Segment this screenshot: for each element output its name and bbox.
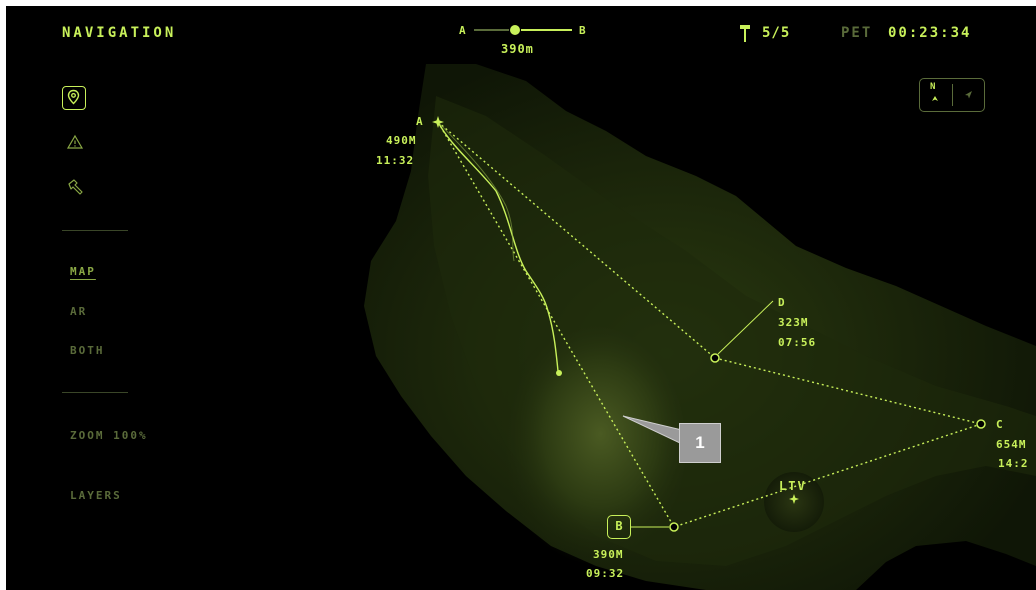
pet-time: 00:23:34 (888, 25, 972, 41)
compass-divider (952, 84, 953, 106)
annotation-callout: 1 (679, 423, 721, 463)
waypoint-a-time: 11:32 (376, 154, 415, 167)
zoom-control[interactable]: ZOOM 100% (70, 429, 148, 442)
waypoint-d-node[interactable] (710, 353, 720, 363)
route-distance: 390m (501, 42, 534, 56)
heading-arrow-icon[interactable] (962, 89, 974, 101)
ltv-label: LTV (779, 479, 807, 493)
waypoint-flag-icon-pole (744, 25, 746, 42)
waypoint-b-distance: 390M (593, 548, 624, 561)
crater (496, 326, 686, 566)
waypoint-b-node[interactable] (669, 522, 679, 532)
route-end-label: B (579, 24, 587, 37)
mode-map-tab[interactable]: MAP (70, 265, 96, 278)
waypoint-d-name: D (778, 296, 786, 309)
waypoint-d-time: 07:56 (778, 336, 817, 349)
north-up-label[interactable]: N (930, 82, 935, 92)
north-arrow-icon (932, 96, 938, 101)
page-title: NAVIGATION (62, 25, 177, 41)
waypoint-a-distance: 490M (386, 134, 417, 147)
mode-ar-tab[interactable]: AR (70, 305, 87, 318)
route-start-label: A (459, 24, 467, 37)
waypoint-b-time: 09:32 (586, 567, 625, 580)
hazard-tool-button[interactable] (66, 134, 84, 154)
navigation-screen: NAVIGATION A B 390m 5/5 PET 00:23:34 MAP… (6, 6, 1036, 590)
waypoint-c-node[interactable] (976, 419, 986, 429)
terrain-map[interactable] (6, 6, 1036, 590)
map-pin-icon (67, 89, 80, 105)
sample-tool-button[interactable] (66, 178, 84, 200)
current-position-dot (556, 370, 562, 376)
hammer-icon (68, 179, 83, 195)
pet-label: PET (841, 25, 873, 41)
waypoint-d-distance: 323M (778, 316, 809, 329)
waypoint-b-marker[interactable]: B (607, 515, 631, 539)
waypoint-c-time: 14:2 (998, 457, 1029, 470)
waypoint-count: 5/5 (762, 25, 791, 41)
waypoint-a-name: A (416, 115, 424, 128)
warning-icon (66, 134, 84, 149)
route-slider-knob[interactable] (510, 25, 520, 35)
waypoint-c-distance: 654M (996, 438, 1027, 451)
sidebar-divider (62, 392, 128, 393)
waypoint-c-name: C (996, 418, 1004, 431)
sidebar-divider (62, 230, 128, 231)
waypoint-tool-button[interactable] (62, 86, 86, 110)
compass-toggle[interactable]: N (919, 78, 985, 112)
layers-button[interactable]: LAYERS (70, 489, 122, 502)
mode-both-tab[interactable]: BOTH (70, 344, 105, 357)
